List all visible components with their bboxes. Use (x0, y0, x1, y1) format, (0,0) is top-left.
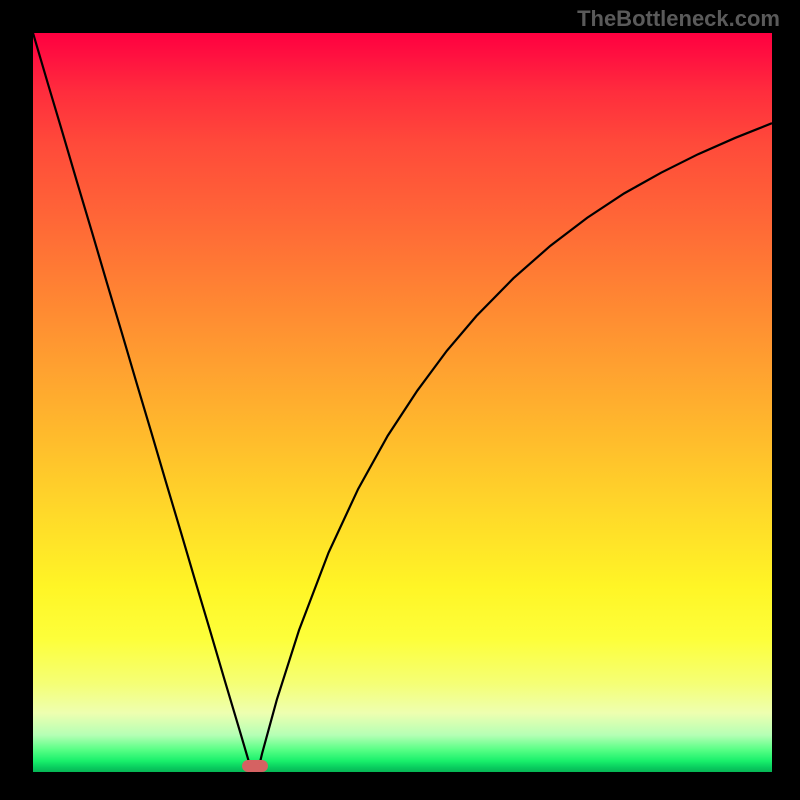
chart-container: TheBottleneck.com (0, 0, 800, 800)
plot-area (33, 33, 772, 772)
bottleneck-curve (33, 33, 772, 772)
watermark-text: TheBottleneck.com (577, 6, 780, 32)
optimal-point-marker (242, 760, 268, 772)
